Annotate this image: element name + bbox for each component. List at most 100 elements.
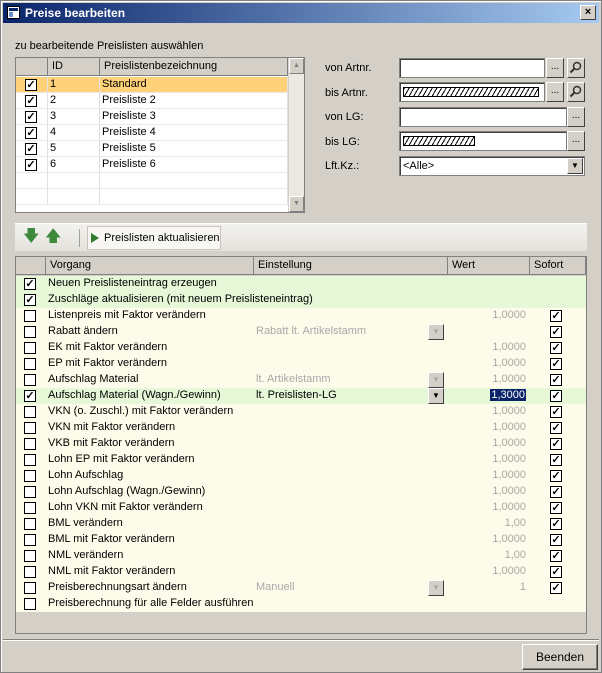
pricelist-checkbox[interactable]: ✓ (25, 95, 37, 107)
operation-checkbox[interactable] (24, 582, 36, 594)
operation-row[interactable]: Rabatt ändern Rabatt lt. Artikelstamm ▼ ✓ (16, 324, 586, 340)
ops-header-sofort[interactable]: Sofort (530, 257, 586, 275)
operation-row[interactable]: Preisberechnungsart ändern Manuell ▼ 1 ✓ (16, 580, 586, 596)
beenden-button[interactable]: Beenden (522, 644, 598, 670)
sofort-checkbox[interactable]: ✓ (550, 566, 562, 578)
von-artnr-field[interactable] (399, 58, 545, 78)
operation-setting[interactable]: lt. Artikelstamm ▼ (254, 372, 448, 388)
operation-value[interactable]: 1,0000 (448, 420, 530, 436)
operation-value[interactable]: 1,3000 (448, 388, 530, 404)
pricelist-checkbox[interactable]: ✓ (25, 111, 37, 123)
pricelist-header-id[interactable]: ID (48, 58, 100, 76)
operation-checkbox[interactable] (24, 534, 36, 546)
sofort-checkbox[interactable]: ✓ (550, 422, 562, 434)
operation-row[interactable]: Listenpreis mit Faktor verändern 1,0000 ✓ (16, 308, 586, 324)
operation-value[interactable]: 1,0000 (448, 500, 530, 516)
operation-checkbox[interactable] (24, 550, 36, 562)
sofort-checkbox[interactable]: ✓ (550, 406, 562, 418)
operation-value[interactable]: 1,00 (448, 516, 530, 532)
operation-value[interactable]: 1,0000 (448, 436, 530, 452)
move-up-arrow-icon[interactable]: 🡅 (45, 229, 61, 245)
operation-value[interactable]: 1,0000 (448, 532, 530, 548)
pricelist-checkbox[interactable]: ✓ (25, 143, 37, 155)
sofort-checkbox[interactable]: ✓ (550, 582, 562, 594)
von-artnr-search-icon[interactable] (567, 58, 585, 78)
sofort-checkbox[interactable]: ✓ (550, 342, 562, 354)
operation-checkbox[interactable] (24, 454, 36, 466)
operation-row[interactable]: EP mit Faktor verändern 1,0000 ✓ (16, 356, 586, 372)
operation-checkbox[interactable] (24, 566, 36, 578)
sofort-checkbox[interactable]: ✓ (550, 390, 562, 402)
operation-value[interactable]: 1,0000 (448, 564, 530, 580)
sofort-checkbox[interactable]: ✓ (550, 470, 562, 482)
sofort-checkbox[interactable]: ✓ (550, 438, 562, 450)
operation-checkbox[interactable]: ✓ (24, 278, 36, 290)
operation-row[interactable]: EK mit Faktor verändern 1,0000 ✓ (16, 340, 586, 356)
operation-row[interactable]: VKB mit Faktor verändern 1,0000 ✓ (16, 436, 586, 452)
pricelist-row[interactable]: ✓ 4 Preisliste 4 (16, 125, 288, 141)
operation-checkbox[interactable] (24, 374, 36, 386)
sofort-checkbox[interactable]: ✓ (550, 502, 562, 514)
operation-value[interactable]: 1,0000 (448, 308, 530, 324)
sofort-checkbox[interactable]: ✓ (550, 358, 562, 370)
operation-row[interactable]: Preisberechnung für alle Felder ausführe… (16, 596, 586, 612)
operation-row[interactable]: NML verändern 1,00 ✓ (16, 548, 586, 564)
operation-row[interactable]: Aufschlag Material lt. Artikelstamm ▼ 1,000… (16, 372, 586, 388)
operation-value[interactable]: 1,0000 (448, 452, 530, 468)
operation-checkbox[interactable] (24, 326, 36, 338)
operation-row[interactable]: Lohn VKN mit Faktor verändern 1,0000 ✓ (16, 500, 586, 516)
operation-row[interactable]: BML verändern 1,00 ✓ (16, 516, 586, 532)
sofort-checkbox[interactable]: ✓ (550, 310, 562, 322)
operation-value[interactable]: 1,0000 (448, 468, 530, 484)
sofort-checkbox[interactable]: ✓ (550, 518, 562, 530)
operation-row[interactable]: Lohn Aufschlag 1,0000 ✓ (16, 468, 586, 484)
operation-value[interactable]: 1,00 (448, 548, 530, 564)
pricelist-checkbox[interactable]: ✓ (25, 159, 37, 171)
pricelist-row[interactable] (16, 189, 288, 205)
sofort-checkbox[interactable]: ✓ (550, 486, 562, 498)
operation-checkbox[interactable]: ✓ (24, 294, 36, 306)
operation-setting[interactable]: Rabatt lt. Artikelstamm ▼ (254, 324, 448, 340)
operation-row[interactable]: ✓ Aufschlag Material (Wagn./Gewinn) lt. Pr… (16, 388, 586, 404)
operation-checkbox[interactable] (24, 518, 36, 530)
operation-checkbox[interactable] (24, 598, 36, 610)
pricelist-checkbox[interactable]: ✓ (25, 79, 37, 91)
chevron-down-icon[interactable]: ▼ (428, 580, 444, 596)
von-lg-field[interactable] (399, 107, 567, 127)
chevron-down-icon[interactable]: ▼ (428, 324, 444, 340)
chevron-down-icon[interactable]: ▼ (567, 158, 583, 174)
operation-setting[interactable]: Manuell ▼ (254, 580, 448, 596)
ops-header-wert[interactable]: Wert (448, 257, 530, 275)
ops-header-einstellung[interactable]: Einstellung (254, 257, 448, 275)
pricelist-checkbox[interactable]: ✓ (25, 127, 37, 139)
ops-header-vorgang[interactable]: Vorgang (46, 257, 254, 275)
pricelist-row[interactable] (16, 173, 288, 189)
operation-row[interactable]: Lohn EP mit Faktor verändern 1,0000 ✓ (16, 452, 586, 468)
operation-row[interactable]: VKN mit Faktor verändern 1,0000 ✓ (16, 420, 586, 436)
operation-row[interactable]: Lohn Aufschlag (Wagn./Gewinn) 1,0000 ✓ (16, 484, 586, 500)
bis-artnr-field[interactable] (399, 82, 545, 102)
operation-checkbox[interactable] (24, 358, 36, 370)
pricelist-row[interactable]: ✓ 2 Preisliste 2 (16, 93, 288, 109)
pricelist-row[interactable]: ✓ 6 Preisliste 6 (16, 157, 288, 173)
bis-artnr-browse-button[interactable]: ... (546, 82, 564, 102)
operation-value[interactable]: 1,0000 (448, 372, 530, 388)
operation-checkbox[interactable] (24, 310, 36, 322)
operation-checkbox[interactable] (24, 406, 36, 418)
von-lg-browse-button[interactable]: ... (567, 107, 585, 127)
operation-row[interactable]: NML mit Faktor verändern 1,0000 ✓ (16, 564, 586, 580)
sofort-checkbox[interactable]: ✓ (550, 550, 562, 562)
close-button[interactable]: × (580, 5, 596, 20)
operation-checkbox[interactable] (24, 486, 36, 498)
operation-row[interactable]: BML mit Faktor verändern 1,0000 ✓ (16, 532, 586, 548)
pricelist-header-name[interactable]: Preislistenbezeichnung (100, 58, 288, 76)
chevron-down-icon[interactable]: ▼ (428, 372, 444, 388)
operation-setting[interactable]: lt. Preislisten-LG ▼ (254, 388, 448, 404)
operation-checkbox[interactable] (24, 438, 36, 450)
operation-row[interactable]: ✓ Zuschläge aktualisieren (mit neuem Prei… (16, 292, 586, 308)
operation-checkbox[interactable]: ✓ (24, 390, 36, 402)
operation-checkbox[interactable] (24, 502, 36, 514)
operation-checkbox[interactable] (24, 470, 36, 482)
sofort-checkbox[interactable]: ✓ (550, 374, 562, 386)
lft-kz-select[interactable]: <Alle> ▼ (399, 156, 585, 176)
